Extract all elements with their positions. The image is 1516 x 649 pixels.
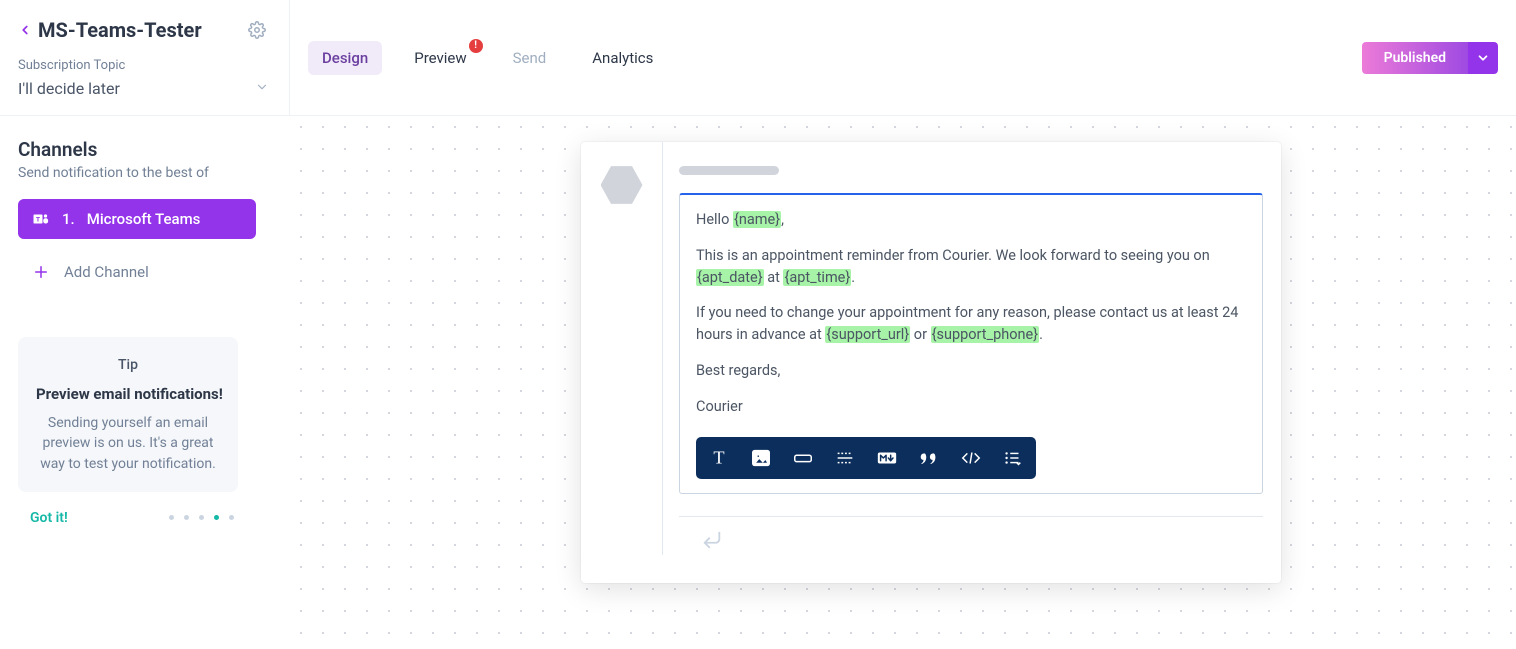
- reply-icon[interactable]: [701, 529, 723, 551]
- text: This is an appointment reminder from Cou…: [696, 247, 1210, 264]
- message-editor[interactable]: Hello {name}, This is an appointment rem…: [679, 193, 1263, 494]
- text: .: [1039, 326, 1043, 343]
- tip-title: Preview email notifications!: [36, 385, 220, 403]
- ms-teams-icon: T: [32, 210, 50, 228]
- editor-toolbar: T: [696, 437, 1036, 479]
- image-icon: [750, 447, 772, 469]
- toolbar-image-button[interactable]: [746, 443, 776, 473]
- divider-icon: [834, 447, 856, 469]
- tab-preview-label: Preview: [414, 49, 466, 67]
- code-icon: [960, 447, 982, 469]
- tip-pager-dot[interactable]: [169, 515, 174, 520]
- editor-line: Hello {name},: [696, 209, 1246, 231]
- tip-tag: Tip: [36, 357, 220, 373]
- subscription-topic-value: I'll decide later: [18, 79, 120, 98]
- add-channel-label: Add Channel: [64, 263, 149, 281]
- publish-status-button[interactable]: Published: [1362, 42, 1468, 74]
- tip-pager-dot[interactable]: [184, 515, 189, 520]
- add-channel-button[interactable]: Add Channel: [18, 255, 272, 289]
- toolbar-quote-button[interactable]: [914, 443, 944, 473]
- text: at: [764, 269, 784, 286]
- teams-preview-card: Hello {name}, This is an appointment rem…: [581, 142, 1281, 583]
- back-icon[interactable]: [18, 23, 32, 37]
- top-bar-right: Design Preview ! Send Analytics Publishe…: [290, 0, 1516, 115]
- subscription-topic-select[interactable]: I'll decide later: [18, 79, 271, 98]
- markdown-icon: [876, 447, 898, 469]
- toolbar-divider-button[interactable]: [830, 443, 860, 473]
- svg-text:T: T: [713, 448, 724, 468]
- preview-footer: [679, 516, 1263, 555]
- editor-line: Courier: [696, 396, 1246, 418]
- toolbar-text-button[interactable]: T: [704, 443, 734, 473]
- tab-design[interactable]: Design: [308, 41, 382, 75]
- tab-analytics[interactable]: Analytics: [578, 41, 667, 75]
- channel-name: Microsoft Teams: [87, 210, 201, 228]
- toolbar-button-button[interactable]: [788, 443, 818, 473]
- publish-group: Published: [1362, 42, 1498, 74]
- tip-dismiss-button[interactable]: Got it!: [18, 510, 68, 526]
- avatar-placeholder-icon: [601, 164, 643, 206]
- text: or: [910, 326, 930, 343]
- tip-card: Tip Preview email notifications! Sending…: [18, 337, 238, 492]
- list-icon: [1002, 447, 1024, 469]
- text: .: [851, 269, 855, 286]
- top-bar: MS-Teams-Tester Subscription Topic I'll …: [0, 0, 1516, 116]
- alert-badge-icon: !: [469, 39, 483, 53]
- sidebar-subheading: Send notification to the best of: [18, 165, 272, 181]
- preview-gutter: [581, 142, 663, 555]
- template-variable[interactable]: {apt_date}: [696, 269, 764, 286]
- tip-pager-dot[interactable]: [199, 515, 204, 520]
- preview-main: Hello {name}, This is an appointment rem…: [663, 142, 1281, 555]
- template-variable[interactable]: {support_phone}: [931, 326, 1040, 343]
- tabs: Design Preview ! Send Analytics: [308, 41, 667, 75]
- toolbar-list-button[interactable]: [998, 443, 1028, 473]
- template-variable[interactable]: {support_url}: [825, 326, 910, 343]
- editor-line: Best regards,: [696, 360, 1246, 382]
- tip-pager-dot[interactable]: [214, 515, 219, 520]
- text: Hello: [696, 211, 733, 228]
- settings-button[interactable]: [243, 16, 271, 44]
- publish-menu-button[interactable]: [1468, 42, 1498, 74]
- plus-icon: [32, 263, 50, 281]
- channel-index: 1.: [62, 210, 75, 228]
- tip-footer: Got it!: [18, 510, 238, 526]
- chevron-down-icon: [1476, 51, 1490, 65]
- template-variable[interactable]: {name}: [733, 211, 781, 228]
- tip-pager: [169, 515, 238, 520]
- editor-line: If you need to change your appointment f…: [696, 302, 1246, 346]
- text: ,: [781, 211, 784, 228]
- toolbar-markdown-button[interactable]: [872, 443, 902, 473]
- template-variable[interactable]: {apt_time}: [783, 269, 851, 286]
- tab-preview[interactable]: Preview !: [400, 41, 480, 75]
- tip-pager-dot[interactable]: [229, 515, 234, 520]
- channel-item-ms-teams[interactable]: T 1. Microsoft Teams: [18, 199, 256, 239]
- toolbar-code-button[interactable]: [956, 443, 986, 473]
- design-canvas[interactable]: Hello {name}, This is an appointment rem…: [290, 116, 1516, 649]
- editor-line: This is an appointment reminder from Cou…: [696, 245, 1246, 289]
- chevron-down-icon: [255, 79, 269, 98]
- subscription-label: Subscription Topic: [18, 58, 271, 73]
- sidebar-heading: Channels: [18, 138, 272, 161]
- tab-send[interactable]: Send: [499, 41, 561, 75]
- sidebar: Channels Send notification to the best o…: [0, 116, 290, 649]
- gear-icon: [248, 21, 266, 39]
- top-bar-left: MS-Teams-Tester Subscription Topic I'll …: [0, 0, 290, 115]
- tip-body: Sending yourself an email preview is on …: [36, 413, 220, 474]
- page-title[interactable]: MS-Teams-Tester: [38, 18, 202, 42]
- sender-placeholder: [679, 166, 779, 175]
- main: Channels Send notification to the best o…: [0, 116, 1516, 649]
- quote-icon: [918, 447, 940, 469]
- button-icon: [792, 447, 814, 469]
